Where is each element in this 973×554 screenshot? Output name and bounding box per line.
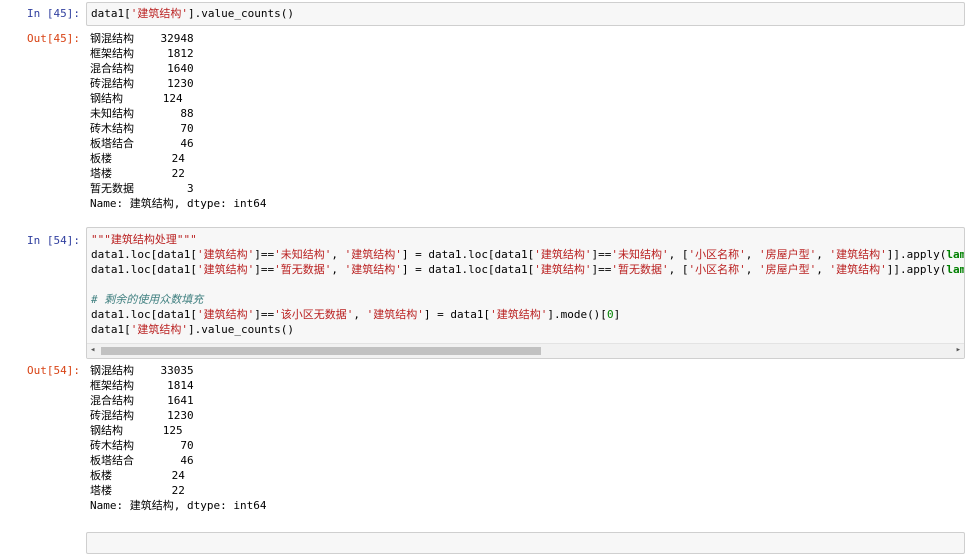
output-line: 砖木结构 70 <box>90 122 194 135</box>
code-line: data1.loc[data1['建筑结构']=='未知结构', '建筑结构']… <box>91 248 965 261</box>
output-line: 砖混结构 1230 <box>90 77 194 90</box>
output-line: 框架结构 1812 <box>90 47 194 60</box>
output-line: 砖木结构 70 <box>90 439 194 452</box>
code-input-45[interactable]: data1['建筑结构'].value_counts() <box>86 2 965 26</box>
out-prompt-54: Out[54]: <box>27 364 80 377</box>
code-input-next[interactable] <box>86 532 965 554</box>
out-prompt-45: Out[45]: <box>27 32 80 45</box>
output-line: 板楼 24 <box>90 469 185 482</box>
output-line: 砖混结构 1230 <box>90 409 194 422</box>
code-line: data1['建筑结构'].value_counts() <box>91 7 294 20</box>
output-line: 混合结构 1640 <box>90 62 194 75</box>
output-line: 塔楼 22 <box>90 484 185 497</box>
scroll-left-arrow-icon[interactable]: ◂ <box>90 345 95 355</box>
output-line: 钢结构 125 <box>90 424 183 437</box>
in-prompt-54: In [54]: <box>27 234 80 247</box>
code-line: """建筑结构处理""" <box>91 233 197 246</box>
output-45: 钢混结构 32948 框架结构 1812 混合结构 1640 砖混结构 1230 钢结构… <box>90 31 266 211</box>
output-line: 框架结构 1814 <box>90 379 194 392</box>
output-line: 钢混结构 33035 <box>90 364 194 377</box>
output-line: 板塔结合 46 <box>90 137 194 150</box>
scroll-right-arrow-icon[interactable]: ▸ <box>956 345 961 355</box>
output-line: 未知结构 88 <box>90 107 194 120</box>
horizontal-scrollbar[interactable]: ◂ ▸ <box>87 343 964 358</box>
output-line: 板楼 24 <box>90 152 185 165</box>
code-line: data1.loc[data1['建筑结构']=='该小区无数据', '建筑结构… <box>91 308 621 321</box>
output-line: 钢结构 124 <box>90 92 183 105</box>
code-line: data1.loc[data1['建筑结构']=='暂无数据', '建筑结构']… <box>91 263 965 276</box>
code-input-54[interactable]: """建筑结构处理""" data1.loc[data1['建筑结构']=='未… <box>86 227 965 359</box>
output-line: 塔楼 22 <box>90 167 185 180</box>
output-line: Name: 建筑结构, dtype: int64 <box>90 197 267 210</box>
output-line: 板塔结合 46 <box>90 454 194 467</box>
code-line: data1['建筑结构'].value_counts() <box>91 323 294 336</box>
code-line: # 剩余的使用众数填充 <box>91 293 204 306</box>
scrollbar-thumb[interactable] <box>101 347 541 355</box>
output-line: 钢混结构 32948 <box>90 32 194 45</box>
output-line: 暂无数据 3 <box>90 182 194 195</box>
output-54: 钢混结构 33035 框架结构 1814 混合结构 1641 砖混结构 1230 钢结构… <box>90 363 266 513</box>
output-line: Name: 建筑结构, dtype: int64 <box>90 499 267 512</box>
in-prompt-45: In [45]: <box>27 7 80 20</box>
output-line: 混合结构 1641 <box>90 394 194 407</box>
